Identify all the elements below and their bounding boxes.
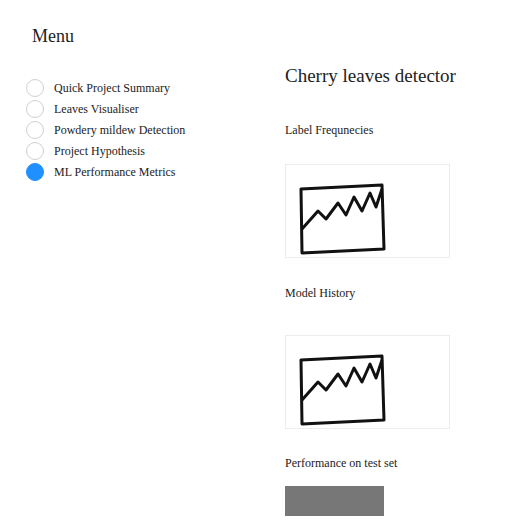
image-panel bbox=[285, 335, 450, 429]
menu-item[interactable]: ML Performance Metrics bbox=[26, 161, 285, 182]
menu-item-label[interactable]: Project Hypothesis bbox=[54, 143, 145, 159]
radio-button[interactable] bbox=[26, 142, 44, 160]
radio-button[interactable] bbox=[26, 121, 44, 139]
sidebar: Menu Quick Project Summary Leaves Visualis… bbox=[0, 0, 285, 531]
menu-item-label[interactable]: Leaves Visualiser bbox=[54, 101, 139, 117]
menu-item[interactable]: Quick Project Summary bbox=[26, 77, 285, 98]
table-placeholder bbox=[285, 486, 384, 516]
menu-list: Quick Project Summary Leaves Visualiser Po… bbox=[0, 77, 285, 182]
menu-item-label[interactable]: Quick Project Summary bbox=[54, 80, 170, 96]
section-label: Model History bbox=[285, 285, 355, 301]
main-content: Cherry leaves detector Label Frequnecies M… bbox=[285, 0, 456, 531]
radio-button[interactable] bbox=[26, 79, 44, 97]
radio-button[interactable] bbox=[26, 163, 44, 181]
menu-item[interactable]: Powdery mildew Detection bbox=[26, 119, 285, 140]
image-panel bbox=[285, 164, 450, 258]
menu-item-label[interactable]: ML Performance Metrics bbox=[54, 164, 176, 180]
radio-button[interactable] bbox=[26, 100, 44, 118]
image-placeholder-icon bbox=[296, 352, 386, 428]
section-label: Label Frequnecies bbox=[285, 122, 373, 138]
menu-item[interactable]: Leaves Visualiser bbox=[26, 98, 285, 119]
menu-item[interactable]: Project Hypothesis bbox=[26, 140, 285, 161]
menu-item-label[interactable]: Powdery mildew Detection bbox=[54, 122, 185, 138]
section-label: Performance on test set bbox=[285, 455, 397, 471]
image-placeholder-icon bbox=[296, 181, 386, 257]
menu-title: Menu bbox=[0, 26, 285, 46]
page-title: Cherry leaves detector bbox=[285, 62, 456, 90]
